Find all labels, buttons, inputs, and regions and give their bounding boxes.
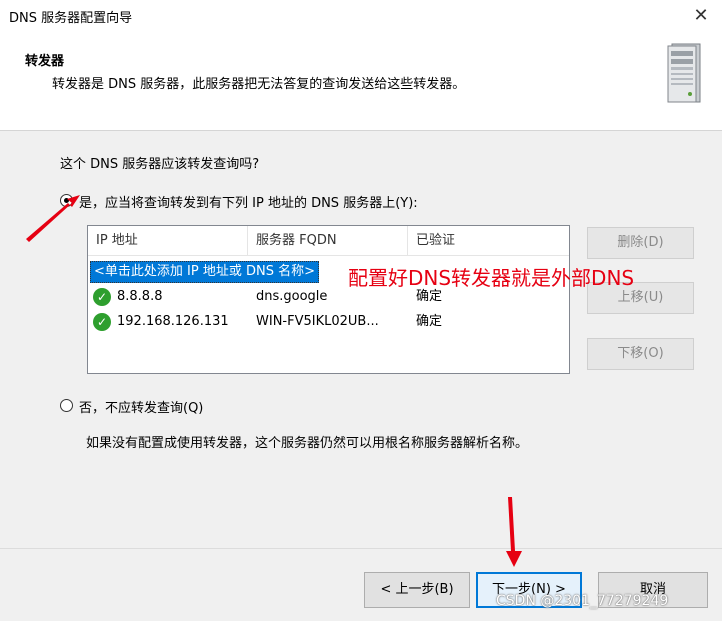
window-title: DNS 服务器配置向导 (9, 11, 133, 26)
forwarders-list[interactable]: IP 地址 服务器 FQDN 已验证 <单击此处添加 IP 地址或 DNS 名称… (87, 225, 570, 374)
forward-question: 这个 DNS 服务器应该转发查询吗? (60, 157, 260, 172)
delete-button[interactable]: 删除(D) (587, 227, 694, 259)
column-header-ip[interactable]: IP 地址 (88, 226, 248, 255)
check-circle-icon: ✓ (93, 313, 111, 331)
forwarder-ip: 192.168.126.131 (117, 314, 229, 329)
column-header-verified[interactable]: 已验证 (408, 226, 569, 255)
check-circle-icon: ✓ (93, 288, 111, 306)
page-description: 转发器是 DNS 服务器，此服务器把无法答复的查询发送给这些转发器。 (52, 77, 466, 92)
back-button[interactable]: < 上一步(B) (364, 572, 470, 608)
list-header: IP 地址 服务器 FQDN 已验证 (88, 226, 569, 256)
server-icon (667, 43, 701, 103)
column-header-fqdn[interactable]: 服务器 FQDN (248, 226, 408, 255)
page-title: 转发器 (25, 54, 65, 69)
move-down-button[interactable]: 下移(O) (587, 338, 694, 370)
radio-forward-yes-label[interactable]: 是，应当将查询转发到有下列 IP 地址的 DNS 服务器上(Y): (79, 192, 418, 211)
add-forwarder-entry[interactable]: <单击此处添加 IP 地址或 DNS 名称> (90, 261, 319, 283)
list-item[interactable]: ✓ 192.168.126.131 WIN-FV5IKL02UB... 确定 (90, 310, 567, 334)
forwarder-fqdn: WIN-FV5IKL02UB... (256, 314, 379, 329)
info-note: 如果没有配置成使用转发器，这个服务器仍然可以用根名称服务器解析名称。 (86, 436, 529, 451)
forwarder-verified: 确定 (416, 314, 443, 329)
radio-forward-no[interactable] (60, 399, 73, 412)
forwarder-ip: 8.8.8.8 (117, 289, 163, 304)
forwarder-fqdn: dns.google (256, 289, 328, 304)
wizard-header: 转发器 转发器是 DNS 服务器，此服务器把无法答复的查询发送给这些转发器。 (0, 32, 722, 131)
watermark-text: CSDN @2301_77279249 (496, 593, 669, 609)
radio-forward-no-label[interactable]: 否，不应转发查询(Q) (79, 397, 203, 416)
annotation-text: 配置好DNS转发器就是外部DNS (348, 266, 635, 290)
radio-forward-yes[interactable] (60, 194, 73, 207)
title-bar: DNS 服务器配置向导 ✕ (0, 0, 722, 32)
close-icon[interactable]: ✕ (688, 3, 714, 29)
divider (0, 548, 722, 549)
arrow-annotation-down (506, 497, 522, 567)
